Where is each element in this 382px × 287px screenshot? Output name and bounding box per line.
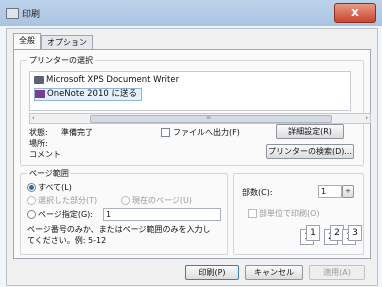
- all-pages-label[interactable]: すべて(L): [38, 182, 72, 193]
- print-to-file-checkbox[interactable]: [161, 128, 170, 137]
- printer-name: OneNote 2010 に送る: [47, 89, 137, 99]
- print-to-file-label[interactable]: ファイルへ出力(F): [173, 127, 240, 138]
- printer-name: Microsoft XPS Document Writer: [46, 75, 180, 85]
- scrollbar-thumb[interactable]: ≡: [90, 114, 332, 123]
- radio-current-page[interactable]: [121, 196, 130, 205]
- collate-page-number: 2: [334, 228, 340, 238]
- window-title: 印刷: [22, 10, 41, 20]
- collate-label[interactable]: 部単位で印刷(O): [259, 208, 320, 219]
- apply-button[interactable]: 適用(A): [309, 265, 365, 280]
- collate-page-icon: 1: [306, 225, 320, 241]
- onenote-icon: [35, 89, 45, 98]
- printer-app-icon: [6, 8, 19, 19]
- title-bar: 印刷 x: [0, 0, 382, 26]
- printer-select-group: プリンターの選択 Microsoft XPS Document Writer O…: [20, 55, 371, 166]
- grip-icon: ≡: [206, 114, 212, 121]
- page-range-option-label[interactable]: ページ指定(G):: [38, 209, 93, 220]
- tab-panel-general: プリンターの選択 Microsoft XPS Document Writer O…: [13, 49, 371, 259]
- location-label: 場所:: [29, 139, 48, 148]
- comment-label: コメント: [29, 150, 61, 159]
- printer-select-label: プリンターの選択: [27, 55, 95, 66]
- current-page-label[interactable]: 現在のページ(U): [132, 195, 192, 206]
- preferences-button[interactable]: 詳細設定(R): [276, 124, 344, 139]
- page-range-group: ページ範囲 すべて(L) 選択した部分(T) 現在のページ(U) ページ指定(G…: [20, 168, 228, 255]
- status-label: 状態:: [29, 128, 48, 137]
- radio-all-pages[interactable]: [27, 183, 36, 192]
- collate-page-icon: 3: [348, 225, 362, 241]
- tab-options[interactable]: オプション: [41, 35, 93, 50]
- page-range-input[interactable]: 1: [103, 208, 221, 221]
- printer-icon: [34, 75, 44, 84]
- collate-page-number: 1: [310, 228, 316, 238]
- print-button[interactable]: 印刷(P): [185, 265, 239, 280]
- close-button[interactable]: x: [334, 3, 376, 23]
- radio-page-range[interactable]: [27, 210, 36, 219]
- dialog-body: 全般 オプション プリンターの選択 Microsoft XPS Document…: [6, 28, 378, 286]
- copies-group: 部数(C): 1 ÷ 部単位で印刷(O) 1 1 2 2 3 3: [233, 173, 364, 255]
- radio-selection[interactable]: [27, 196, 36, 205]
- copies-input[interactable]: 1: [318, 185, 342, 198]
- page-range-hint-line2: てください。例: 5-12: [27, 236, 107, 245]
- page-range-hint-line1: ページ番号のみか、またはページ範囲のみを入力し: [27, 225, 211, 234]
- selection-label[interactable]: 選択した部分(T): [38, 195, 97, 206]
- printer-item-onenote[interactable]: OneNote 2010 に送る: [34, 88, 142, 101]
- copies-spinner[interactable]: ÷: [342, 185, 354, 198]
- printer-list-scrollbar[interactable]: ‹ ≡ ›: [29, 113, 371, 124]
- printer-list[interactable]: Microsoft XPS Document Writer OneNote 20…: [29, 71, 351, 111]
- cancel-button[interactable]: キャンセル: [245, 265, 303, 280]
- tab-general[interactable]: 全般: [13, 33, 41, 50]
- printer-item-xps[interactable]: Microsoft XPS Document Writer: [34, 75, 179, 86]
- status-value: 準備完了: [61, 128, 93, 137]
- scroll-left-arrow-icon[interactable]: ‹: [32, 114, 35, 123]
- print-dialog: 印刷 x 全般 オプション プリンターの選択 Microsoft XPS Doc…: [0, 0, 382, 287]
- page-range-label: ページ範囲: [27, 168, 71, 179]
- collate-page-number: 3: [352, 228, 358, 238]
- collate-checkbox[interactable]: [248, 209, 257, 218]
- find-printer-button[interactable]: プリンターの検索(D)...: [266, 144, 354, 159]
- scroll-right-arrow-icon[interactable]: ›: [365, 114, 368, 123]
- copies-label: 部数(C):: [242, 188, 273, 197]
